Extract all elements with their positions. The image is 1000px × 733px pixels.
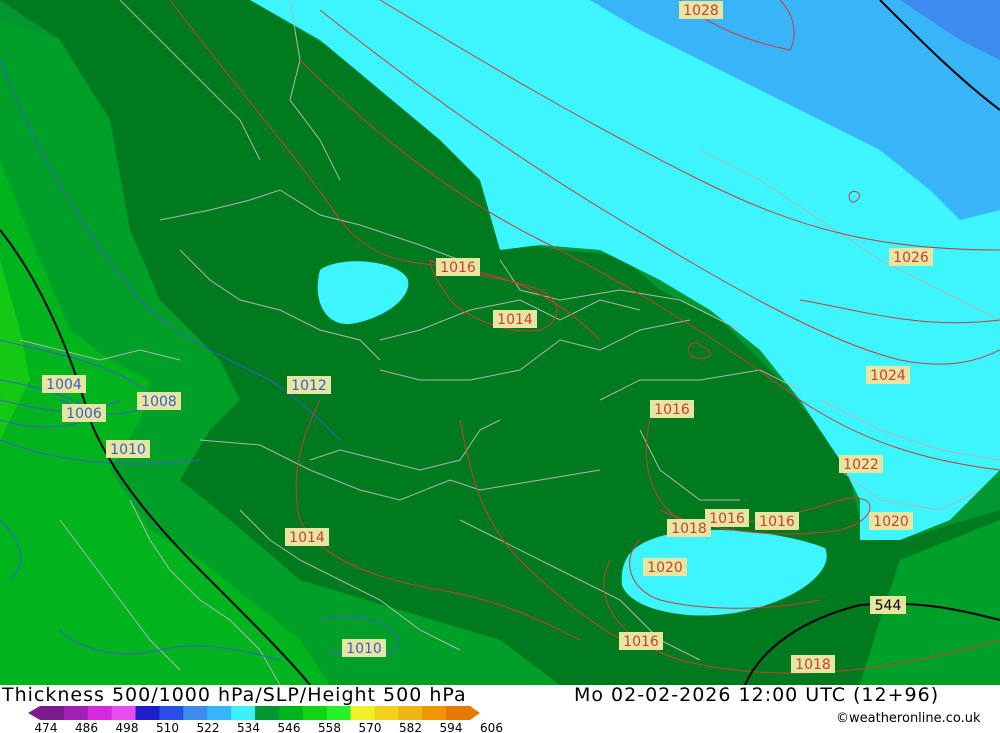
svg-text:1028: 1028 bbox=[683, 3, 719, 19]
scale-tick-label: 570 bbox=[359, 721, 382, 733]
valid-time: Mo 02-02-2026 12:00 UTC (12+96) bbox=[574, 684, 940, 706]
isobar-label: 1014 bbox=[493, 310, 537, 328]
svg-text:1022: 1022 bbox=[843, 457, 879, 473]
svg-text:1010: 1010 bbox=[346, 641, 382, 657]
isobar-label: 1014 bbox=[285, 528, 329, 546]
scale-swatch bbox=[40, 706, 65, 720]
svg-text:1014: 1014 bbox=[497, 312, 533, 328]
svg-text:1010: 1010 bbox=[110, 442, 146, 458]
scale-swatch bbox=[374, 706, 399, 720]
scale-tick-label: 582 bbox=[399, 721, 422, 733]
svg-text:1020: 1020 bbox=[873, 514, 909, 530]
weather-map: 1028 1026 1024 1022 1020 1016 1014 1016 … bbox=[0, 0, 1000, 685]
isobar-label: 1024 bbox=[866, 366, 910, 384]
isobar-label: 1020 bbox=[643, 558, 687, 576]
scale-swatch bbox=[255, 706, 280, 720]
svg-text:1020: 1020 bbox=[647, 560, 683, 576]
scale-swatch bbox=[207, 706, 232, 720]
svg-text:1018: 1018 bbox=[795, 657, 831, 673]
scale-swatch bbox=[446, 706, 471, 720]
isobar-label: 1016 bbox=[650, 400, 694, 418]
isobar-label: 1018 bbox=[667, 519, 711, 537]
svg-text:544: 544 bbox=[875, 598, 902, 614]
scale-arrow-right bbox=[470, 706, 480, 720]
scale-swatch bbox=[302, 706, 328, 720]
svg-text:1026: 1026 bbox=[893, 250, 929, 266]
scale-swatch bbox=[326, 706, 352, 720]
scale-tick-label: 594 bbox=[440, 721, 463, 733]
map-title: Thickness 500/1000 hPa/SLP/Height 500 hP… bbox=[2, 684, 467, 706]
isobar-label: 1010 bbox=[342, 639, 386, 657]
isobar-label: 1016 bbox=[619, 632, 663, 650]
svg-text:1018: 1018 bbox=[671, 521, 707, 537]
scale-tick-label: 534 bbox=[237, 721, 260, 733]
scale-swatch bbox=[398, 706, 423, 720]
scale-tick-label: 474 bbox=[35, 721, 58, 733]
isobar-label: 1010 bbox=[106, 440, 150, 458]
svg-text:1016: 1016 bbox=[440, 260, 476, 276]
isobar-label: 1008 bbox=[137, 392, 181, 410]
credit-link[interactable]: ©weatheronline.co.uk bbox=[836, 711, 981, 726]
color-scale-ticks: 474 486 498 510 522 534 546 558 570 582 594 606 bbox=[35, 721, 503, 733]
isobar-label: 1018 bbox=[791, 655, 835, 673]
scale-tick-label: 558 bbox=[318, 721, 341, 733]
scale-swatch bbox=[231, 706, 256, 720]
isobar-label: 1016 bbox=[436, 258, 480, 276]
scale-swatch bbox=[87, 706, 113, 720]
svg-text:1016: 1016 bbox=[623, 634, 659, 650]
scale-tick-label: 546 bbox=[278, 721, 301, 733]
isobar-label: 1028 bbox=[679, 1, 723, 19]
height-label: 544 bbox=[870, 596, 906, 614]
scale-swatch bbox=[135, 706, 160, 720]
isobar-label: 1004 bbox=[42, 375, 86, 393]
svg-text:1016: 1016 bbox=[759, 514, 795, 530]
svg-text:1004: 1004 bbox=[46, 377, 82, 393]
scale-swatch bbox=[63, 706, 89, 720]
color-scale-swatches bbox=[28, 706, 480, 720]
svg-text:1016: 1016 bbox=[709, 511, 745, 527]
scale-swatch bbox=[422, 706, 447, 720]
isobar-label: 1016 bbox=[755, 512, 799, 530]
isobar-label: 1016 bbox=[705, 509, 749, 527]
scale-swatch bbox=[183, 706, 208, 720]
scale-tick-label: 522 bbox=[197, 721, 220, 733]
isobar-label: 1022 bbox=[839, 455, 883, 473]
svg-text:1016: 1016 bbox=[654, 402, 690, 418]
scale-swatch bbox=[278, 706, 304, 720]
isobar-label: 1020 bbox=[869, 512, 913, 530]
scale-tick-label: 606 bbox=[480, 721, 503, 733]
isobar-label: 1012 bbox=[287, 376, 331, 394]
svg-text:1008: 1008 bbox=[141, 394, 177, 410]
scale-swatch bbox=[159, 706, 184, 720]
scale-tick-label: 498 bbox=[116, 721, 139, 733]
svg-text:1014: 1014 bbox=[289, 530, 325, 546]
scale-arrow-left bbox=[28, 706, 40, 720]
isobar-label: 1006 bbox=[62, 404, 106, 422]
scale-tick-label: 510 bbox=[156, 721, 179, 733]
svg-text:1006: 1006 bbox=[66, 406, 102, 422]
svg-text:1024: 1024 bbox=[870, 368, 906, 384]
scale-tick-label: 486 bbox=[75, 721, 98, 733]
svg-text:1012: 1012 bbox=[291, 378, 327, 394]
isobar-label: 1026 bbox=[889, 248, 933, 266]
scale-swatch bbox=[350, 706, 375, 720]
color-scale: 474 486 498 510 522 534 546 558 570 582 594 606 bbox=[28, 706, 503, 733]
scale-swatch bbox=[111, 706, 137, 720]
